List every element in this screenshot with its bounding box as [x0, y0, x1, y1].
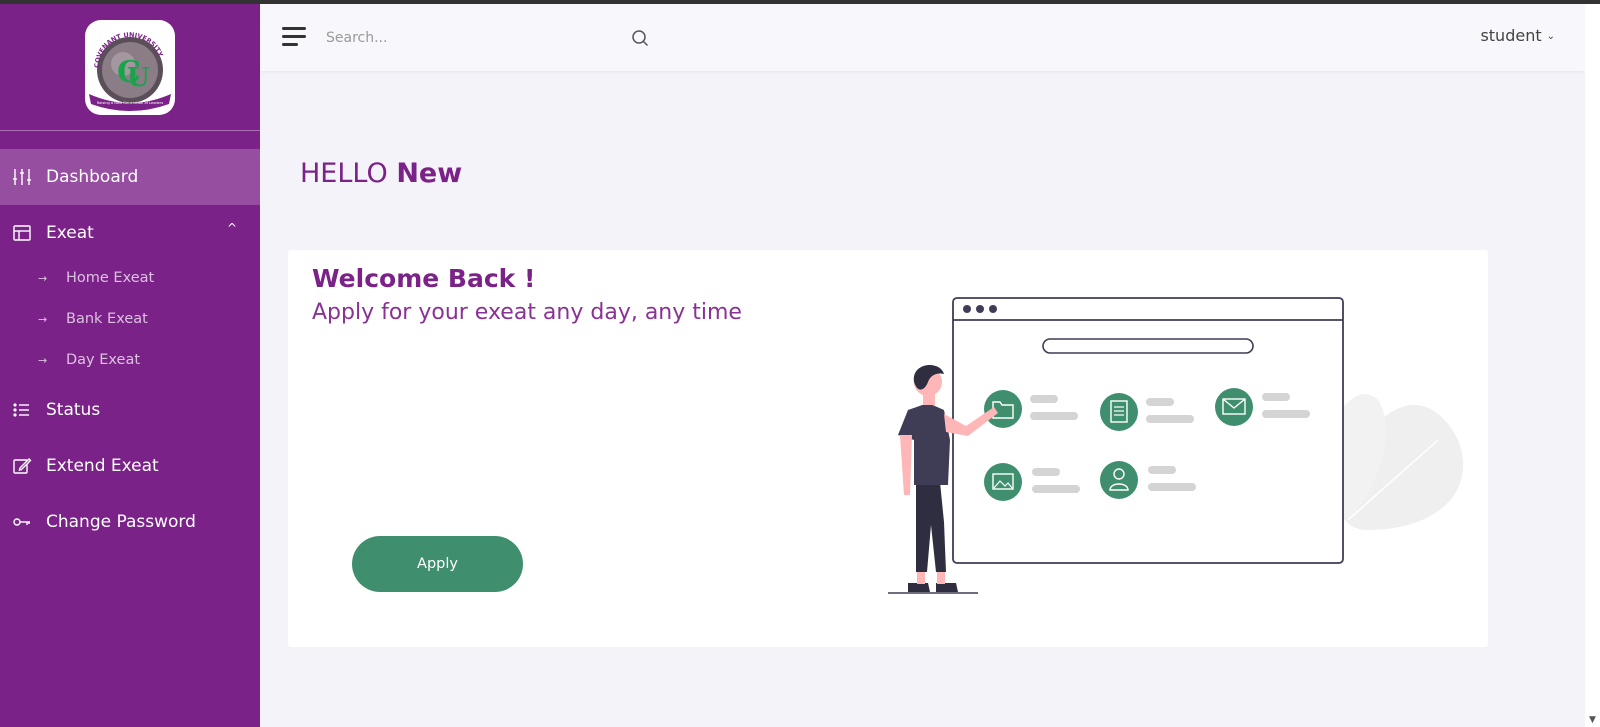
greeting-prefix: HELLO — [300, 158, 397, 189]
sidebar-item-label: Extend Exeat — [46, 456, 159, 476]
arrow-right-icon: → — [38, 313, 48, 326]
sliders-icon — [13, 169, 31, 185]
sidebar-item-dashboard[interactable]: Dashboard — [0, 149, 260, 205]
sidebar-item-label: Dashboard — [46, 167, 139, 187]
user-profile-icon — [1100, 461, 1138, 499]
edit-icon — [13, 458, 32, 474]
greeting-name: New — [396, 158, 463, 189]
sidebar-logo-area: COVENANT UNIVERSITY C U Raising a New Ge… — [0, 4, 260, 131]
scrollbar[interactable] — [1585, 4, 1600, 727]
sidebar-item-label: Status — [46, 400, 101, 420]
university-logo[interactable]: COVENANT UNIVERSITY C U Raising a New Ge… — [85, 20, 175, 115]
sidebar-subitem-label: Bank Exeat — [66, 311, 148, 327]
dashboard-illustration — [888, 297, 1464, 594]
scroll-down-arrow-icon[interactable]: ▼ — [1589, 715, 1596, 725]
welcome-subtitle: Apply for your exeat any day, any time — [312, 300, 742, 325]
sidebar-item-label: Exeat — [46, 223, 94, 243]
layout-icon — [13, 225, 31, 241]
svg-text:U: U — [127, 63, 150, 93]
search-input[interactable] — [322, 24, 632, 52]
arrow-right-icon: → — [38, 272, 48, 285]
page-greeting: HELLO New — [300, 158, 462, 189]
sidebar-item-change-password[interactable]: Change Password — [0, 494, 260, 550]
image-icon — [984, 463, 1022, 501]
user-dropdown[interactable]: student ⌄ — [1480, 26, 1555, 45]
apply-button[interactable]: Apply — [352, 536, 523, 592]
menu-toggle-icon[interactable] — [282, 27, 306, 47]
top-navbar: student ⌄ — [260, 4, 1585, 71]
sidebar-subitem-label: Day Exeat — [66, 352, 141, 368]
search-icon[interactable] — [631, 29, 649, 47]
sidebar-item-status[interactable]: Status — [0, 382, 260, 438]
sidebar: COVENANT UNIVERSITY C U Raising a New Ge… — [0, 4, 260, 727]
sidebar-item-extend-exeat[interactable]: Extend Exeat — [0, 438, 260, 494]
welcome-title: Welcome Back ! — [312, 264, 536, 293]
mail-icon — [1215, 388, 1253, 426]
folder-icon — [984, 390, 1022, 428]
sidebar-item-exeat[interactable]: Exeat ^ — [0, 205, 260, 261]
logo-motto-text: Raising a New Generation of Leaders — [97, 101, 164, 105]
arrow-right-icon: → — [38, 354, 48, 367]
sidebar-subitem-day-exeat[interactable]: → Day Exeat — [0, 348, 260, 378]
sidebar-item-label: Change Password — [46, 512, 196, 532]
sidebar-subitem-home-exeat[interactable]: → Home Exeat — [0, 266, 260, 296]
key-icon — [13, 518, 30, 526]
user-name: student — [1480, 26, 1542, 45]
list-icon — [13, 403, 29, 417]
sidebar-subitem-bank-exeat[interactable]: → Bank Exeat — [0, 307, 260, 337]
document-icon — [1100, 393, 1138, 431]
welcome-card: Welcome Back ! Apply for your exeat any … — [288, 250, 1488, 647]
chevron-down-icon: ⌄ — [1546, 31, 1555, 42]
sidebar-subitem-label: Home Exeat — [66, 270, 155, 286]
chevron-up-icon[interactable]: ^ — [227, 221, 237, 235]
